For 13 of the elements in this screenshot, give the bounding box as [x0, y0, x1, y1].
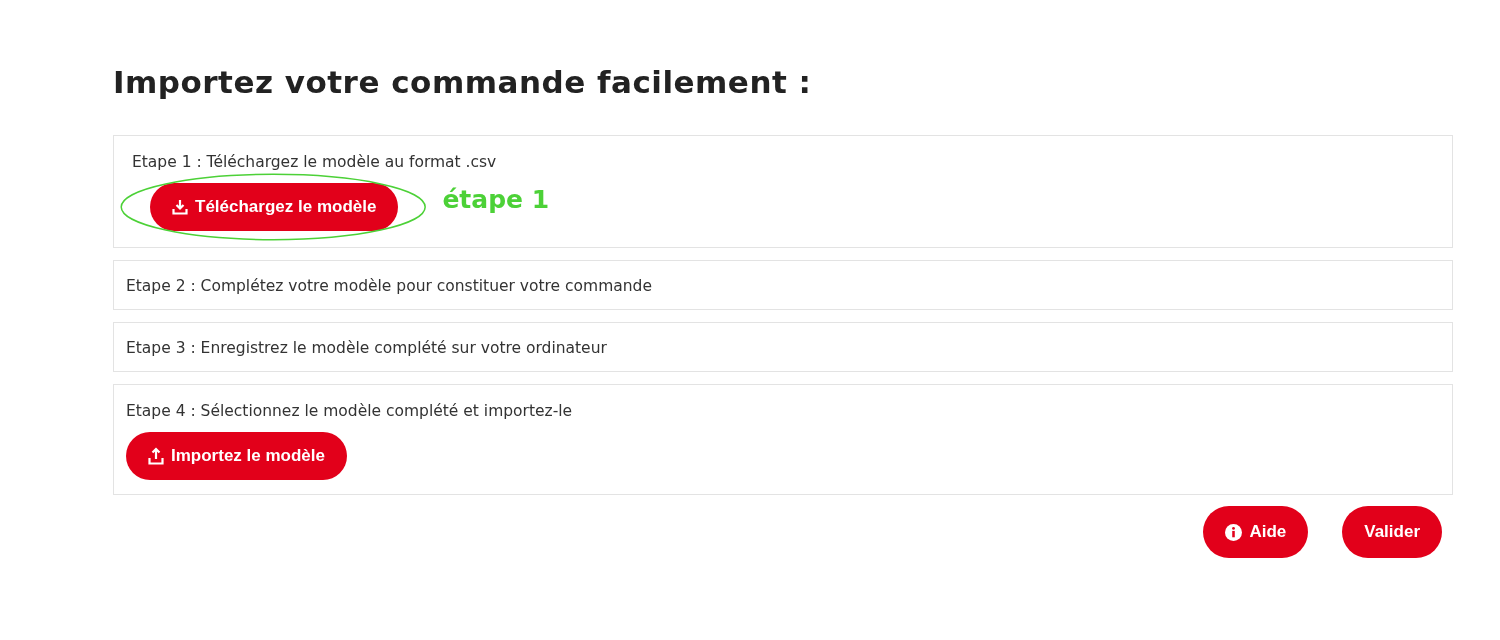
submit-button[interactable]: Valider	[1342, 506, 1442, 558]
download-button[interactable]: Téléchargez le modèle	[150, 183, 399, 231]
annotation-label: étape 1	[442, 184, 550, 214]
upload-icon	[148, 447, 164, 465]
step-text: Etape 4 : Sélectionnez le modèle complété et importez-le	[126, 402, 573, 420]
step-text: Etape 1 : Téléchargez le modèle au format .csv	[132, 153, 497, 171]
page-title: Importez votre commande facilement :	[113, 64, 813, 100]
info-icon	[1225, 523, 1243, 541]
import-button[interactable]: Importez le modèle	[126, 432, 347, 480]
help-button[interactable]: Aide	[1203, 506, 1309, 558]
step-text: Etape 2 : Complétez votre modèle pour constituer votre commande	[126, 277, 652, 295]
download-icon	[172, 199, 188, 215]
step-text: Etape 3 : Enregistrez le modèle complété sur votre ordinateur	[126, 339, 607, 357]
